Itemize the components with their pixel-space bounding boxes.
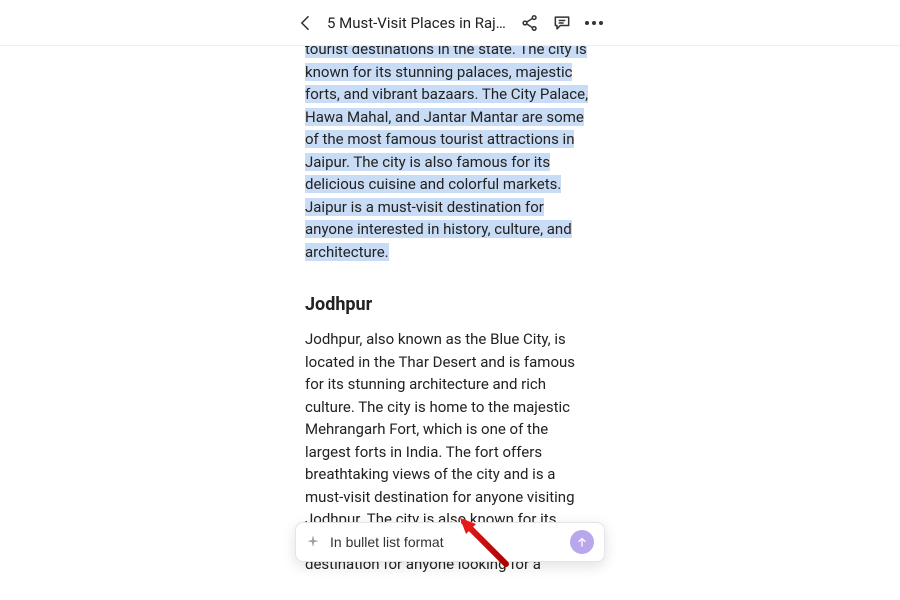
document-body[interactable]: tourist destinations in the state. The c… bbox=[305, 52, 595, 600]
ai-prompt-bar[interactable] bbox=[295, 522, 605, 562]
ai-prompt-input[interactable] bbox=[330, 534, 560, 550]
header: 5 Must-Visit Places in Raj… bbox=[0, 0, 900, 46]
paragraph-jaipur[interactable]: tourist destinations in the state. The c… bbox=[305, 46, 595, 263]
back-icon[interactable] bbox=[295, 12, 317, 34]
share-icon[interactable] bbox=[519, 12, 541, 34]
page-title: 5 Must-Visit Places in Raj… bbox=[327, 14, 509, 32]
selected-text[interactable]: tourist destinations in the state. The c… bbox=[305, 46, 588, 261]
more-icon[interactable] bbox=[583, 12, 605, 34]
sparkle-icon bbox=[306, 535, 320, 549]
app-root: 5 Must-Visit Places in Raj… tourist dest… bbox=[0, 0, 900, 600]
send-button[interactable] bbox=[570, 530, 594, 554]
content-area[interactable]: tourist destinations in the state. The c… bbox=[0, 46, 900, 600]
heading-jodhpur[interactable]: Jodhpur bbox=[305, 291, 595, 318]
comment-icon[interactable] bbox=[551, 12, 573, 34]
